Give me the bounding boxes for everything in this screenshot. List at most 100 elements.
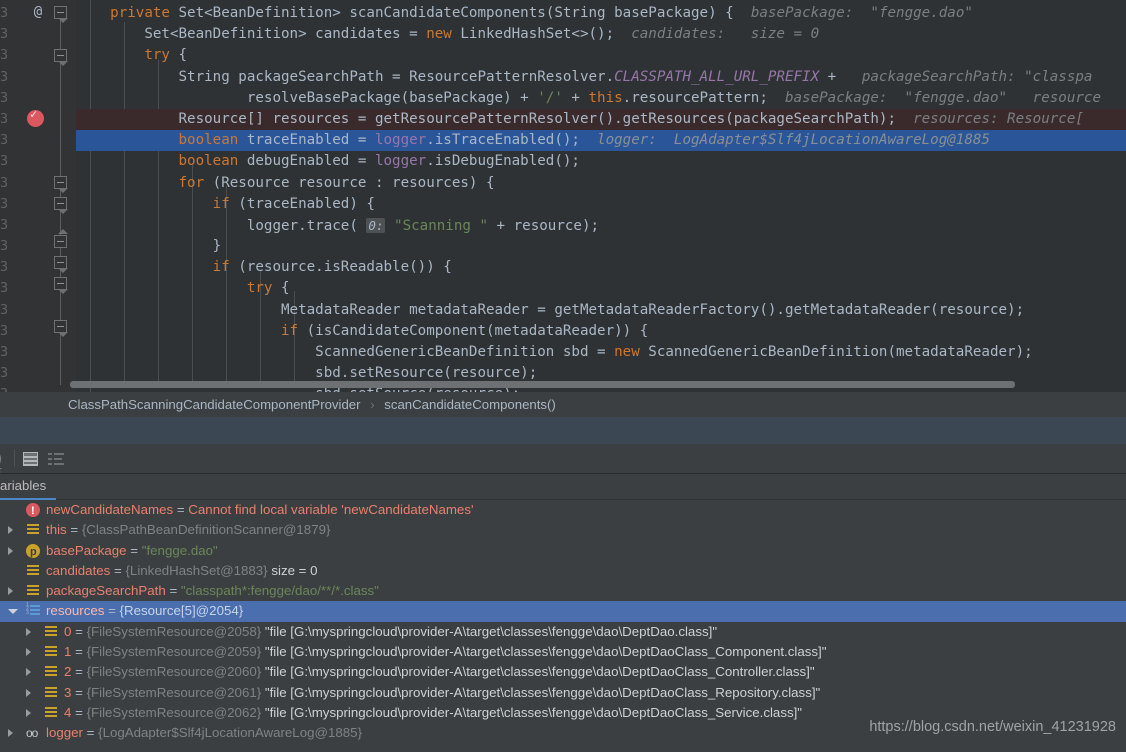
code-line[interactable]: boolean traceEnabled = logger.isTraceEna… [76,130,1126,152]
breadcrumb[interactable]: ClassPathScanningCandidateComponentProvi… [0,392,1126,417]
fold-marker[interactable] [54,256,68,273]
fold-marker[interactable] [54,320,68,337]
code-line[interactable]: resolveBasePackage(basePackage) + '/' + … [76,88,1126,109]
code-line[interactable]: try { [76,278,1126,299]
inline-debug-hint[interactable]: candidates: size = 0 [614,26,819,42]
code-token: logger [374,153,427,170]
variable-row[interactable]: 3 = {FileSystemResource@2061} "file [G:\… [0,683,1126,703]
code-line[interactable]: if (resource.isReadable()) { [76,257,1126,278]
variable-path: "file [G:\myspringcloud\provider-A\targe… [261,684,821,700]
code-editor[interactable]: 3273283293303313323333343353363373383393… [0,0,1126,392]
variable-row[interactable]: candidates = {LinkedHashSet@1883} size =… [0,561,1126,581]
code-line[interactable]: Set<BeanDefinition> candidates = new Lin… [76,24,1126,45]
variable-row[interactable]: 2 = {FileSystemResource@2060} "file [G:\… [0,662,1126,682]
code-token: { [272,280,290,297]
code-lines[interactable]: private Set<BeanDefinition> scanCandidat… [76,0,1126,392]
code-token: debugEnabled = [238,153,375,170]
code-token: traceEnabled = [238,132,375,149]
object-icon [44,645,58,659]
code-token: if [212,259,230,276]
code-token: { [169,47,188,64]
variable-text: 3 = {FileSystemResource@2061} "file [G:\… [64,685,820,700]
variable-row[interactable]: this = {ClassPathBeanDefinitionScanner@1… [0,520,1126,540]
inline-debug-hint[interactable]: packageSearchPath: "classpa [845,69,1093,85]
variable-equals: = [110,562,126,578]
variable-row[interactable]: basePackage = "fengge.dao" [0,541,1126,562]
expand-arrow-closed-icon[interactable] [26,708,31,717]
editor-horizontal-scrollbar[interactable] [70,381,1015,388]
expand-arrow-closed-icon[interactable] [26,627,31,636]
inline-debug-hint[interactable]: resources: Resource[ [896,111,1084,127]
expand-arrow-closed-icon[interactable] [8,526,13,535]
code-token: '/' [537,89,563,106]
code-line[interactable]: for (Resource resource : resources) { [76,173,1126,194]
expand-arrow-closed-icon[interactable] [8,546,13,555]
object-icon [26,584,40,598]
tab-variables[interactable]: ariables [0,474,57,500]
annotation-at-icon[interactable]: @ [30,4,46,20]
clipped-toolbar-icon[interactable]: )[ [0,452,8,482]
breadcrumb-class[interactable]: ClassPathScanningCandidateComponentProvi… [68,397,361,412]
code-line[interactable]: private Set<BeanDefinition> scanCandidat… [76,3,1126,24]
code-token: LinkedHashSet<>(); [451,26,615,43]
fold-marker[interactable] [54,49,68,66]
code-token: boolean [178,132,239,149]
fold-marker[interactable] [54,6,68,23]
variables-tree[interactable]: newCandidateNames = Cannot find local va… [0,500,1126,752]
variable-equals: = [66,522,82,538]
variable-path: "file [G:\myspringcloud\provider-A\targe… [261,664,815,680]
table-view-icon[interactable] [23,452,38,466]
code-line[interactable]: logger.trace( 0: "Scanning " + resource)… [76,215,1126,236]
inline-debug-hint[interactable]: basePackage: "fengge.dao" resource [768,90,1101,106]
code-token: } [76,238,222,255]
fold-marker[interactable] [54,277,68,294]
variable-value: {FileSystemResource@2061} [86,684,262,700]
variable-row[interactable]: 1 = {FileSystemResource@2059} "file [G:\… [0,642,1126,662]
code-token: + [562,89,589,106]
code-line[interactable]: } [76,236,1126,257]
code-line[interactable]: if (isCandidateComponent(metadataReader)… [76,321,1126,342]
object-icon [26,523,40,537]
code-line[interactable]: String packageSearchPath = ResourcePatte… [76,67,1126,88]
variables-tab-bar[interactable]: ariables [0,474,1126,500]
expand-arrow-closed-icon[interactable] [26,648,31,657]
expand-arrow-closed-icon[interactable] [8,587,13,596]
code-line[interactable]: if (traceEnabled) { [76,194,1126,215]
list-view-icon[interactable] [48,452,64,466]
variable-row[interactable]: newCandidateNames = Cannot find local va… [0,500,1126,521]
variable-row[interactable]: 1 2 3 resources = {Resource[5]@2054} [0,601,1126,622]
variable-text: candidates = {LinkedHashSet@1883} size =… [46,563,318,578]
breadcrumb-method[interactable]: scanCandidateComponents() [384,397,556,412]
variable-name: this [46,522,67,538]
variable-equals: = [71,623,87,639]
expand-arrow-closed-icon[interactable] [8,729,13,738]
inline-debug-hint[interactable]: logger: LogAdapter$Slf4jLocationAwareLog… [580,132,990,148]
variable-value: {FileSystemResource@2062} [86,704,262,720]
code-line[interactable]: boolean debugEnabled = logger.isDebugEna… [76,151,1126,172]
ide-window: 3273283293303313323333343353363373383393… [0,0,1126,752]
expand-arrow-open-icon[interactable] [8,609,18,615]
editor-gutter[interactable]: 3273283293303313323333343353363373383393… [0,0,76,392]
debug-toolbar[interactable]: )[ [0,444,1126,482]
code-line[interactable]: ScannedGenericBeanDefinition sbd = new S… [76,342,1126,363]
fold-marker[interactable] [54,176,68,193]
breakpoint-verified-icon[interactable] [27,107,44,127]
code-line[interactable]: MetadataReader metadataReader = getMetad… [76,300,1126,321]
variable-equals: = [71,704,87,720]
variable-value: {LinkedHashSet@1883} [125,562,268,578]
fold-marker[interactable] [54,197,68,214]
variable-row[interactable]: 0 = {FileSystemResource@2058} "file [G:\… [0,622,1126,642]
inline-debug-hint[interactable]: basePackage: "fengge.dao" [734,5,973,21]
expand-arrow-closed-icon[interactable] [26,688,31,697]
tab-variables-label: ariables [0,478,47,493]
code-token: String packageSearchPath = ResourcePatte… [76,68,615,85]
code-line[interactable]: Resource[] resources = getResourcePatter… [76,108,1126,131]
fold-marker[interactable] [54,229,68,248]
toolbar-divider [14,450,15,467]
code-line[interactable]: try { [76,45,1126,66]
variable-row[interactable]: packageSearchPath = "classpath*:fengge/d… [0,581,1126,601]
variable-text: 1 = {FileSystemResource@2059} "file [G:\… [64,644,826,659]
expand-arrow-closed-icon[interactable] [26,668,31,677]
